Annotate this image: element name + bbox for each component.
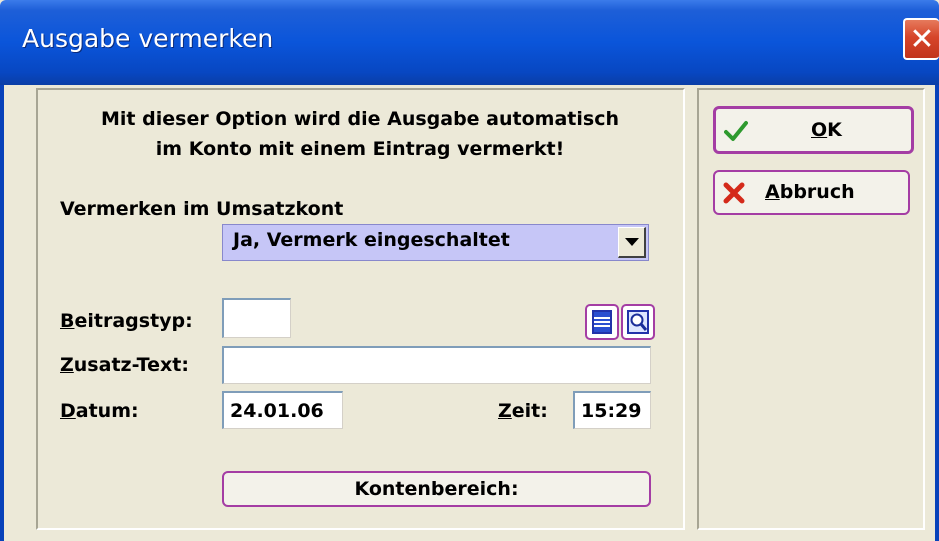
beitragstyp-label: Beitragstyp:	[60, 310, 193, 332]
info-text: Mit dieser Option wird die Ausgabe autom…	[60, 104, 660, 164]
magnifier-icon	[627, 310, 649, 334]
window-title: Ausgabe vermerken	[22, 24, 274, 53]
datum-input[interactable]: 24.01.06	[222, 391, 343, 429]
cancel-label-text: bbruch	[779, 181, 855, 203]
beitragstyp-label-text: eitragstyp:	[74, 310, 193, 332]
title-bar[interactable]: Ausgabe vermerken ✕	[0, 0, 939, 85]
list-icon	[592, 310, 612, 334]
zeit-label-text: eit:	[511, 400, 548, 422]
zusatz-mnemonic: Z	[60, 354, 74, 376]
ok-label: OK	[811, 119, 842, 141]
ok-mnemonic: O	[811, 119, 828, 141]
dropdown-button[interactable]	[618, 227, 646, 258]
info-line-2: im Konto mit einem Eintrag vermerkt!	[155, 138, 565, 160]
cancel-label: Abbruch	[765, 181, 855, 203]
info-line-1: Mit dieser Option wird die Ausgabe autom…	[101, 108, 619, 130]
zusatz-label: Zusatz-Text:	[60, 354, 189, 376]
zeit-input[interactable]: 15:29	[573, 391, 651, 429]
cancel-button[interactable]: Abbruch	[713, 170, 910, 215]
window-frame-right	[935, 85, 939, 541]
ok-label-text: K	[827, 119, 842, 141]
datum-label: Datum:	[60, 400, 139, 422]
datum-label-text: atum:	[75, 400, 139, 422]
beitragstyp-input[interactable]	[222, 298, 291, 338]
cancel-mnemonic: A	[765, 181, 780, 203]
beitragstyp-mnemonic: B	[60, 310, 75, 332]
vermerken-select[interactable]: Ja, Vermerk eingeschaltet	[222, 224, 649, 261]
chevron-down-icon	[624, 238, 639, 246]
close-icon: ✕	[909, 21, 935, 57]
zusatz-label-text: usatz-Text:	[73, 354, 189, 376]
search-button[interactable]	[621, 304, 655, 340]
list-button[interactable]	[585, 304, 619, 340]
x-icon	[723, 182, 745, 204]
zusatz-text-input[interactable]	[222, 346, 651, 384]
ok-button[interactable]: OK	[713, 106, 914, 154]
datum-mnemonic: D	[60, 400, 76, 422]
vermerken-selected-value: Ja, Vermerk eingeschaltet	[233, 229, 510, 251]
checkmark-icon	[724, 121, 748, 141]
zeit-label: Zeit:	[498, 400, 548, 422]
zeit-mnemonic: Z	[498, 400, 512, 422]
kontenbereich-button[interactable]: Kontenbereich:	[222, 471, 651, 507]
close-button[interactable]: ✕	[903, 18, 939, 60]
button-panel	[697, 88, 925, 530]
window-frame-left	[0, 85, 4, 541]
vermerken-label: Vermerken im Umsatzkont	[60, 198, 344, 220]
